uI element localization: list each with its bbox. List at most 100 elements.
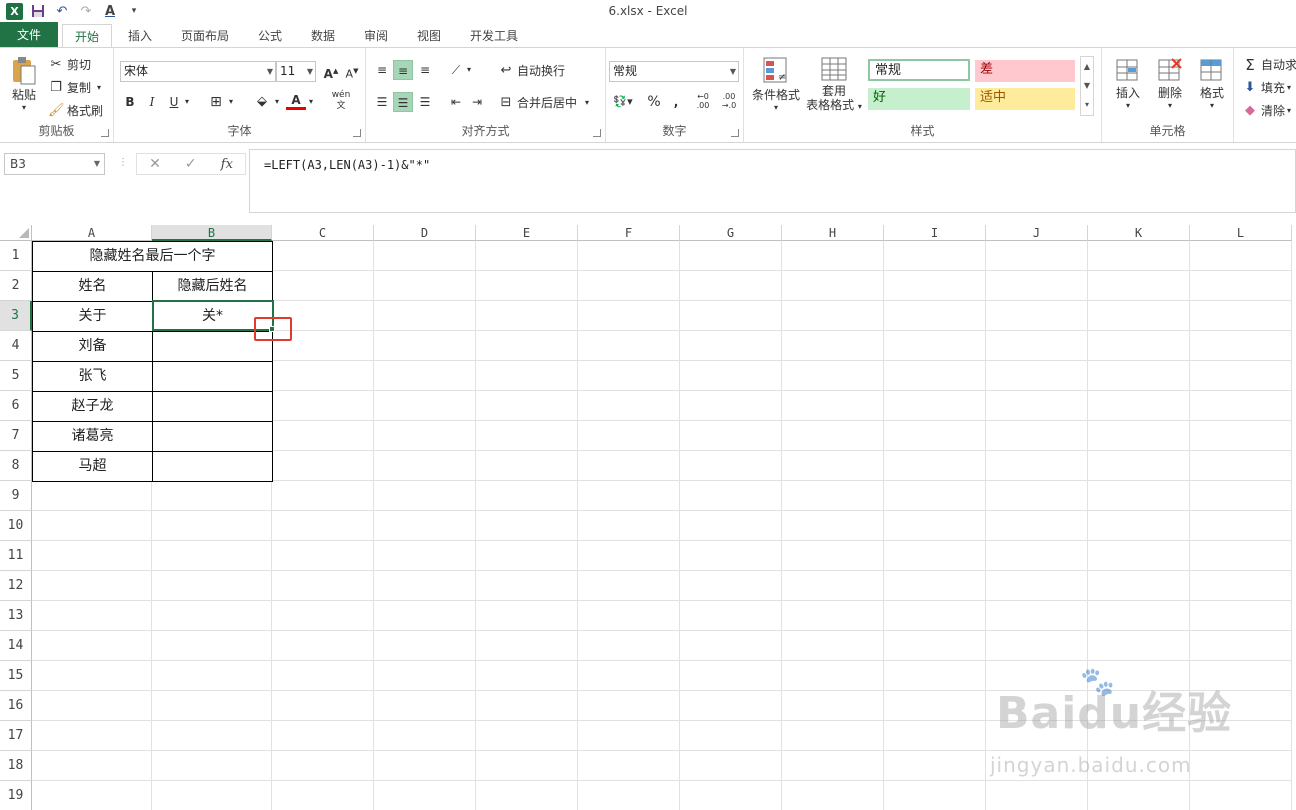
- name-cell[interactable]: 诸葛亮: [32, 421, 153, 452]
- grid-cell[interactable]: [272, 361, 374, 391]
- name-cell[interactable]: 关于: [32, 301, 153, 332]
- grid-cell[interactable]: [1088, 421, 1190, 451]
- number-launcher-icon[interactable]: [731, 129, 739, 137]
- grid-cell[interactable]: [782, 571, 884, 601]
- grid-cell[interactable]: [272, 541, 374, 571]
- grid-cell[interactable]: [32, 631, 152, 661]
- grid-cell[interactable]: [152, 571, 272, 601]
- grid-cell[interactable]: [152, 721, 272, 751]
- grid-cell[interactable]: [782, 361, 884, 391]
- row-header[interactable]: 9: [0, 481, 32, 511]
- grid-cell[interactable]: [884, 601, 986, 631]
- grid-cell[interactable]: [782, 481, 884, 511]
- grid-cell[interactable]: [272, 781, 374, 810]
- grid-cell[interactable]: [680, 721, 782, 751]
- grid-cell[interactable]: [1190, 271, 1292, 301]
- grid-cell[interactable]: [374, 421, 476, 451]
- grid-cell[interactable]: [782, 601, 884, 631]
- row-header[interactable]: 17: [0, 721, 32, 751]
- number-format-select[interactable]: 常规 ▼: [609, 61, 739, 82]
- grid-cell[interactable]: [986, 601, 1088, 631]
- grid-cell[interactable]: [782, 511, 884, 541]
- format-painter-button[interactable]: 🖌 格式刷: [48, 102, 103, 119]
- grid-cell[interactable]: [578, 271, 680, 301]
- grid-cell[interactable]: [1088, 571, 1190, 601]
- grid-cell[interactable]: [884, 511, 986, 541]
- align-left-icon[interactable]: ☰: [372, 92, 392, 112]
- grid-cell[interactable]: [272, 601, 374, 631]
- grid-cell[interactable]: [272, 571, 374, 601]
- grid-cell[interactable]: [986, 391, 1088, 421]
- grid-cell[interactable]: [374, 271, 476, 301]
- grid-cell[interactable]: [374, 391, 476, 421]
- grid-cell[interactable]: [1190, 421, 1292, 451]
- grid-cell[interactable]: [1190, 541, 1292, 571]
- grid-cell[interactable]: [578, 781, 680, 810]
- copy-button[interactable]: ❐ 复制 ▾: [48, 79, 101, 96]
- grid-cell[interactable]: [374, 331, 476, 361]
- grid-cell[interactable]: [578, 631, 680, 661]
- grid-cell[interactable]: [476, 691, 578, 721]
- name-box[interactable]: B3 ▼: [4, 153, 105, 175]
- merge-center-button[interactable]: ⊟ 合并后居中 ▾: [498, 94, 589, 111]
- grid-cell[interactable]: [578, 481, 680, 511]
- grid-cell[interactable]: [374, 541, 476, 571]
- grid-cell[interactable]: [680, 541, 782, 571]
- style-neutral[interactable]: 适中: [975, 88, 1075, 110]
- grid-cell[interactable]: [680, 661, 782, 691]
- grid-cell[interactable]: [32, 511, 152, 541]
- grid-cell[interactable]: [782, 631, 884, 661]
- grid-cell[interactable]: [152, 541, 272, 571]
- grid-cell[interactable]: [578, 601, 680, 631]
- tab-formulas[interactable]: 公式: [248, 24, 292, 48]
- hidden-name-cell[interactable]: [152, 391, 273, 422]
- grid-cell[interactable]: [986, 361, 1088, 391]
- grid-cell[interactable]: [374, 661, 476, 691]
- grid-cell[interactable]: [1190, 391, 1292, 421]
- grid-cell[interactable]: [374, 451, 476, 481]
- grid-cell[interactable]: [152, 601, 272, 631]
- grid-cell[interactable]: [680, 691, 782, 721]
- conditional-formatting-button[interactable]: ≠ 条件格式 ▾: [748, 56, 804, 112]
- grid-cell[interactable]: [272, 451, 374, 481]
- grid-cell[interactable]: [578, 751, 680, 781]
- grid-cell[interactable]: [578, 301, 680, 331]
- grid-cell[interactable]: [1190, 361, 1292, 391]
- grid-cell[interactable]: [986, 571, 1088, 601]
- grid-cell[interactable]: [578, 571, 680, 601]
- grid-cell[interactable]: [680, 421, 782, 451]
- row-header[interactable]: 1: [0, 241, 32, 271]
- row-header[interactable]: 4: [0, 331, 32, 361]
- tab-developer[interactable]: 开发工具: [460, 24, 528, 48]
- grid-cell[interactable]: [1088, 391, 1190, 421]
- grid-cell[interactable]: [32, 721, 152, 751]
- grid-cell[interactable]: [986, 271, 1088, 301]
- fill-color-icon[interactable]: ⬙: [252, 92, 272, 112]
- grid-cell[interactable]: [680, 361, 782, 391]
- cut-button[interactable]: ✂ 剪切: [48, 56, 91, 73]
- grid-cell[interactable]: [272, 421, 374, 451]
- grid-cell[interactable]: [884, 571, 986, 601]
- grid-cell[interactable]: [680, 511, 782, 541]
- grid-cell[interactable]: [476, 241, 578, 271]
- style-good[interactable]: 好: [868, 88, 970, 110]
- grid-cell[interactable]: [1190, 301, 1292, 331]
- grid-cell[interactable]: [884, 751, 986, 781]
- grid-cell[interactable]: [152, 691, 272, 721]
- grid-cell[interactable]: [1088, 781, 1190, 810]
- grid-cell[interactable]: [884, 271, 986, 301]
- column-header[interactable]: K: [1088, 225, 1190, 241]
- accounting-format-icon[interactable]: 💱▾: [610, 92, 636, 112]
- grid-cell[interactable]: [152, 751, 272, 781]
- grid-cell[interactable]: [1190, 511, 1292, 541]
- format-as-table-button[interactable]: 套用 表格格式 ▾: [804, 56, 864, 114]
- grid-cell[interactable]: [1088, 271, 1190, 301]
- grid-cell[interactable]: [374, 721, 476, 751]
- column-header[interactable]: L: [1190, 225, 1292, 241]
- grid-cell[interactable]: [986, 481, 1088, 511]
- grid-cell[interactable]: [680, 451, 782, 481]
- grid-cell[interactable]: [986, 241, 1088, 271]
- grid-cell[interactable]: [374, 601, 476, 631]
- grid-cell[interactable]: [986, 331, 1088, 361]
- grid-cell[interactable]: [476, 631, 578, 661]
